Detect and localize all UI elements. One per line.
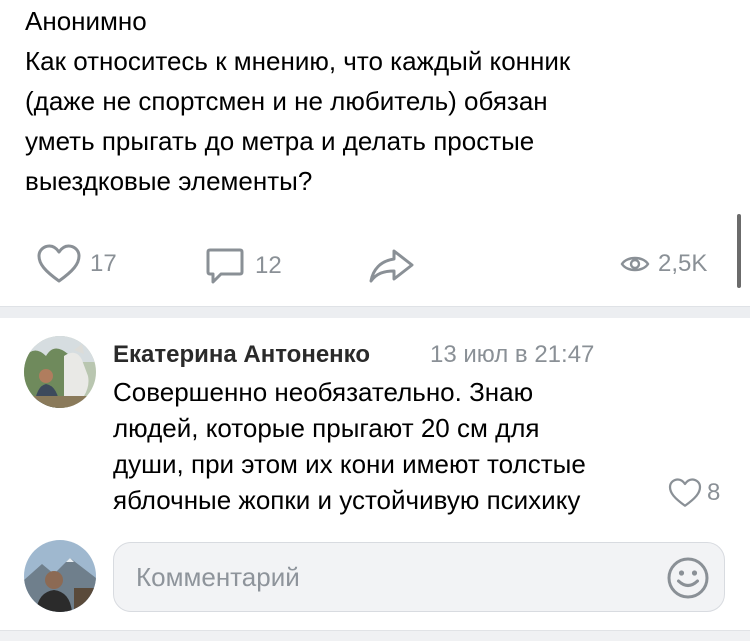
share-button[interactable] — [368, 246, 416, 286]
section-divider — [0, 306, 750, 318]
bottom-bar — [0, 630, 750, 641]
post-text: Как относитесь к мнению, что каждый конн… — [25, 46, 571, 196]
views-count: 2,5K — [658, 250, 708, 277]
heart-outline-icon — [37, 244, 81, 283]
comment-count: 12 — [255, 252, 282, 279]
comment-input[interactable]: Комментарий — [113, 542, 725, 612]
views-counter: 2,5K — [620, 250, 707, 278]
post-actions: 17 12 2,5K — [0, 240, 750, 292]
post-card: Анонимно Как относитесь к мнению, что ка… — [0, 0, 750, 306]
comment-input-placeholder: Комментарий — [136, 562, 300, 592]
commenter-name[interactable]: Екатерина Антоненко — [113, 338, 370, 372]
reply-bar: Комментарий — [0, 530, 750, 630]
comment-text: Совершенно необязательно. Знаю людей, ко… — [113, 377, 586, 515]
share-arrow-icon — [369, 249, 414, 283]
comment-like-button[interactable]: 8 — [667, 478, 720, 508]
comment-button[interactable]: 12 — [205, 246, 282, 286]
comment-item: Екатерина Антоненко 13 июл в 21:47 Совер… — [0, 318, 750, 530]
scrollbar[interactable] — [737, 214, 741, 288]
user-avatar[interactable] — [24, 540, 96, 612]
smiley-icon[interactable] — [666, 556, 710, 600]
post-author[interactable]: Анонимно — [25, 4, 147, 38]
like-count: 17 — [90, 250, 117, 277]
comment-like-count: 8 — [707, 479, 721, 506]
comment-timestamp: 13 июл в 21:47 — [430, 341, 595, 368]
like-button[interactable]: 17 — [36, 244, 117, 284]
eye-icon — [620, 256, 650, 272]
heart-outline-icon — [668, 478, 702, 507]
comment-bubble-icon — [206, 248, 244, 284]
commenter-avatar[interactable] — [24, 336, 96, 408]
